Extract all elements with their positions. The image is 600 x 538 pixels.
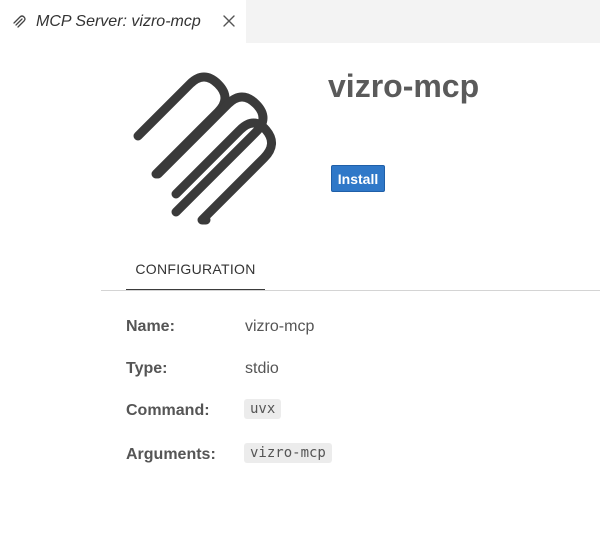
install-button[interactable]: Install	[331, 165, 385, 192]
section-divider	[101, 290, 600, 291]
config-label-arguments: Arguments:	[126, 446, 216, 463]
config-value-arguments: vizro-mcp	[244, 443, 332, 463]
config-value-type: stdio	[245, 360, 279, 377]
tab-title: MCP Server: vizro-mcp	[36, 12, 201, 30]
config-label-command: Command:	[126, 402, 210, 419]
config-value-name: vizro-mcp	[245, 318, 315, 335]
tab-configuration[interactable]: CONFIGURATION	[126, 248, 265, 290]
server-title: vizro-mcp	[328, 68, 480, 104]
config-label-name: Name:	[126, 318, 175, 335]
mcp-icon	[12, 14, 28, 30]
editor-tab-bar: MCP Server: vizro-mcp	[0, 0, 600, 43]
config-value-command: uvx	[244, 399, 282, 419]
config-label-type: Type:	[126, 360, 168, 377]
tab-mcp-server[interactable]: MCP Server: vizro-mcp	[0, 0, 246, 43]
close-icon[interactable]	[220, 12, 238, 30]
vizro-logo-icon	[130, 70, 282, 225]
